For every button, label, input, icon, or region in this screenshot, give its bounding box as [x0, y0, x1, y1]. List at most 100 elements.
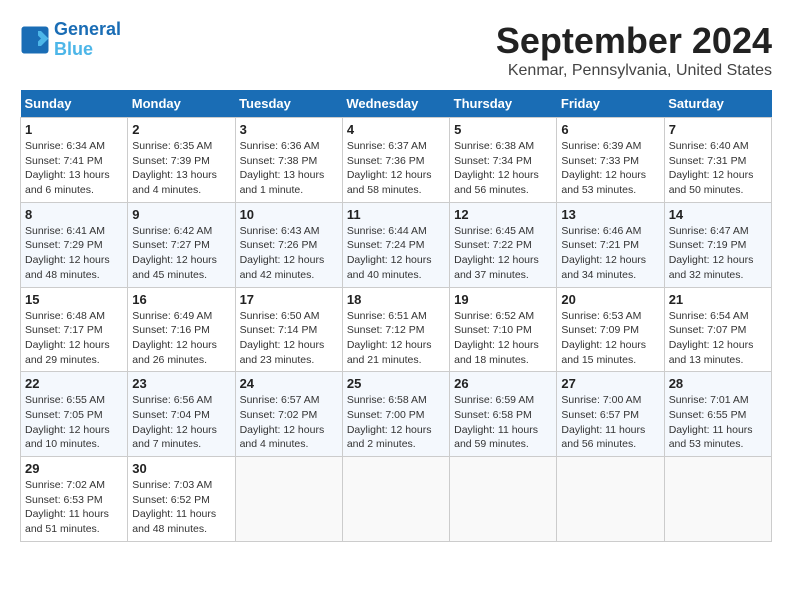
calendar-cell: 6 Sunrise: 6:39 AMSunset: 7:33 PMDaylight…	[557, 118, 664, 203]
calendar-cell: 26Sunrise: 6:59 AMSunset: 6:58 PMDayligh…	[450, 372, 557, 457]
day-number: 6	[561, 122, 659, 137]
calendar-week-5: 29 Sunrise: 7:02 AMSunset: 6:53 PMDayligh…	[21, 457, 772, 542]
weekday-header-tuesday: Tuesday	[235, 90, 342, 118]
day-number: 8	[25, 207, 123, 222]
weekday-header-wednesday: Wednesday	[342, 90, 449, 118]
day-number: 18	[347, 292, 445, 307]
day-info: Sunrise: 6:36 AMSunset: 7:38 PMDaylight:…	[240, 139, 338, 198]
day-number: 2	[132, 122, 230, 137]
calendar-cell: 5 Sunrise: 6:38 AMSunset: 7:34 PMDaylight…	[450, 118, 557, 203]
calendar-week-1: 1 Sunrise: 6:34 AMSunset: 7:41 PMDaylight…	[21, 118, 772, 203]
calendar-cell	[235, 457, 342, 542]
logo: General Blue	[20, 20, 121, 60]
day-info: Sunrise: 6:49 AMSunset: 7:16 PMDaylight:…	[132, 309, 230, 368]
calendar-cell: 8Sunrise: 6:41 AMSunset: 7:29 PMDaylight…	[21, 202, 128, 287]
calendar-week-3: 15 Sunrise: 6:48 AMSunset: 7:17 PMDayligh…	[21, 287, 772, 372]
day-number: 7	[669, 122, 767, 137]
day-info: Sunrise: 6:45 AMSunset: 7:22 PMDaylight:…	[454, 224, 552, 283]
day-info: Sunrise: 6:40 AMSunset: 7:31 PMDaylight:…	[669, 139, 767, 198]
calendar-cell	[450, 457, 557, 542]
day-info: Sunrise: 6:43 AMSunset: 7:26 PMDaylight:…	[240, 224, 338, 283]
calendar-cell: 9 Sunrise: 6:42 AMSunset: 7:27 PMDaylight…	[128, 202, 235, 287]
calendar-cell: 29 Sunrise: 7:02 AMSunset: 6:53 PMDayligh…	[21, 457, 128, 542]
day-info: Sunrise: 6:47 AMSunset: 7:19 PMDaylight:…	[669, 224, 767, 283]
calendar-table: SundayMondayTuesdayWednesdayThursdayFrid…	[20, 90, 772, 542]
calendar-cell: 19 Sunrise: 6:52 AMSunset: 7:10 PMDayligh…	[450, 287, 557, 372]
day-info: Sunrise: 6:39 AMSunset: 7:33 PMDaylight:…	[561, 139, 659, 198]
calendar-cell: 24Sunrise: 6:57 AMSunset: 7:02 PMDayligh…	[235, 372, 342, 457]
day-info: Sunrise: 6:48 AMSunset: 7:17 PMDaylight:…	[25, 309, 123, 368]
day-number: 19	[454, 292, 552, 307]
calendar-cell: 2Sunrise: 6:35 AMSunset: 7:39 PMDaylight…	[128, 118, 235, 203]
calendar-cell	[557, 457, 664, 542]
day-number: 14	[669, 207, 767, 222]
weekday-header-sunday: Sunday	[21, 90, 128, 118]
day-number: 5	[454, 122, 552, 137]
day-number: 29	[25, 461, 123, 476]
calendar-cell: 13Sunrise: 6:46 AMSunset: 7:21 PMDayligh…	[557, 202, 664, 287]
day-number: 21	[669, 292, 767, 307]
day-number: 20	[561, 292, 659, 307]
calendar-cell: 20 Sunrise: 6:53 AMSunset: 7:09 PMDayligh…	[557, 287, 664, 372]
calendar-cell	[664, 457, 771, 542]
calendar-cell: 18 Sunrise: 6:51 AMSunset: 7:12 PMDayligh…	[342, 287, 449, 372]
day-info: Sunrise: 6:50 AMSunset: 7:14 PMDaylight:…	[240, 309, 338, 368]
day-info: Sunrise: 7:02 AMSunset: 6:53 PMDaylight:…	[25, 478, 123, 537]
logo-text: General Blue	[54, 20, 121, 60]
calendar-cell: 23Sunrise: 6:56 AMSunset: 7:04 PMDayligh…	[128, 372, 235, 457]
calendar-cell: 10 Sunrise: 6:43 AMSunset: 7:26 PMDayligh…	[235, 202, 342, 287]
weekday-header-friday: Friday	[557, 90, 664, 118]
day-number: 3	[240, 122, 338, 137]
day-number: 1	[25, 122, 123, 137]
calendar-week-2: 8Sunrise: 6:41 AMSunset: 7:29 PMDaylight…	[21, 202, 772, 287]
day-number: 4	[347, 122, 445, 137]
title-block: September 2024 Kenmar, Pennsylvania, Uni…	[496, 20, 772, 80]
day-number: 9	[132, 207, 230, 222]
day-info: Sunrise: 6:53 AMSunset: 7:09 PMDaylight:…	[561, 309, 659, 368]
calendar-cell: 3 Sunrise: 6:36 AMSunset: 7:38 PMDaylight…	[235, 118, 342, 203]
day-info: Sunrise: 6:38 AMSunset: 7:34 PMDaylight:…	[454, 139, 552, 198]
day-number: 12	[454, 207, 552, 222]
day-number: 30	[132, 461, 230, 476]
calendar-cell: 12 Sunrise: 6:45 AMSunset: 7:22 PMDayligh…	[450, 202, 557, 287]
calendar-cell: 25Sunrise: 6:58 AMSunset: 7:00 PMDayligh…	[342, 372, 449, 457]
calendar-cell: 7 Sunrise: 6:40 AMSunset: 7:31 PMDaylight…	[664, 118, 771, 203]
day-number: 11	[347, 207, 445, 222]
calendar-cell: 15 Sunrise: 6:48 AMSunset: 7:17 PMDayligh…	[21, 287, 128, 372]
calendar-header-row: SundayMondayTuesdayWednesdayThursdayFrid…	[21, 90, 772, 118]
page-title: September 2024	[496, 20, 772, 62]
day-info: Sunrise: 6:56 AMSunset: 7:04 PMDaylight:…	[132, 393, 230, 452]
day-info: Sunrise: 6:52 AMSunset: 7:10 PMDaylight:…	[454, 309, 552, 368]
day-number: 24	[240, 376, 338, 391]
calendar-cell: 21 Sunrise: 6:54 AMSunset: 7:07 PMDayligh…	[664, 287, 771, 372]
day-info: Sunrise: 6:42 AMSunset: 7:27 PMDaylight:…	[132, 224, 230, 283]
day-info: Sunrise: 6:34 AMSunset: 7:41 PMDaylight:…	[25, 139, 123, 198]
day-number: 10	[240, 207, 338, 222]
day-info: Sunrise: 6:46 AMSunset: 7:21 PMDaylight:…	[561, 224, 659, 283]
calendar-cell: 4 Sunrise: 6:37 AMSunset: 7:36 PMDaylight…	[342, 118, 449, 203]
weekday-header-saturday: Saturday	[664, 90, 771, 118]
weekday-header-monday: Monday	[128, 90, 235, 118]
calendar-cell: 30 Sunrise: 7:03 AMSunset: 6:52 PMDayligh…	[128, 457, 235, 542]
day-number: 28	[669, 376, 767, 391]
calendar-cell: 28 Sunrise: 7:01 AMSunset: 6:55 PMDayligh…	[664, 372, 771, 457]
day-info: Sunrise: 6:55 AMSunset: 7:05 PMDaylight:…	[25, 393, 123, 452]
day-number: 15	[25, 292, 123, 307]
day-info: Sunrise: 7:00 AMSunset: 6:57 PMDaylight:…	[561, 393, 659, 452]
day-number: 22	[25, 376, 123, 391]
day-info: Sunrise: 6:59 AMSunset: 6:58 PMDaylight:…	[454, 393, 552, 452]
day-info: Sunrise: 6:58 AMSunset: 7:00 PMDaylight:…	[347, 393, 445, 452]
calendar-cell: 16 Sunrise: 6:49 AMSunset: 7:16 PMDayligh…	[128, 287, 235, 372]
day-info: Sunrise: 6:54 AMSunset: 7:07 PMDaylight:…	[669, 309, 767, 368]
page-subtitle: Kenmar, Pennsylvania, United States	[496, 62, 772, 80]
day-number: 16	[132, 292, 230, 307]
day-info: Sunrise: 6:37 AMSunset: 7:36 PMDaylight:…	[347, 139, 445, 198]
weekday-header-thursday: Thursday	[450, 90, 557, 118]
calendar-cell: 11 Sunrise: 6:44 AMSunset: 7:24 PMDayligh…	[342, 202, 449, 287]
calendar-cell: 14 Sunrise: 6:47 AMSunset: 7:19 PMDayligh…	[664, 202, 771, 287]
day-info: Sunrise: 7:03 AMSunset: 6:52 PMDaylight:…	[132, 478, 230, 537]
page-header: General Blue September 2024 Kenmar, Penn…	[20, 20, 772, 80]
day-info: Sunrise: 6:44 AMSunset: 7:24 PMDaylight:…	[347, 224, 445, 283]
day-info: Sunrise: 6:51 AMSunset: 7:12 PMDaylight:…	[347, 309, 445, 368]
day-info: Sunrise: 7:01 AMSunset: 6:55 PMDaylight:…	[669, 393, 767, 452]
